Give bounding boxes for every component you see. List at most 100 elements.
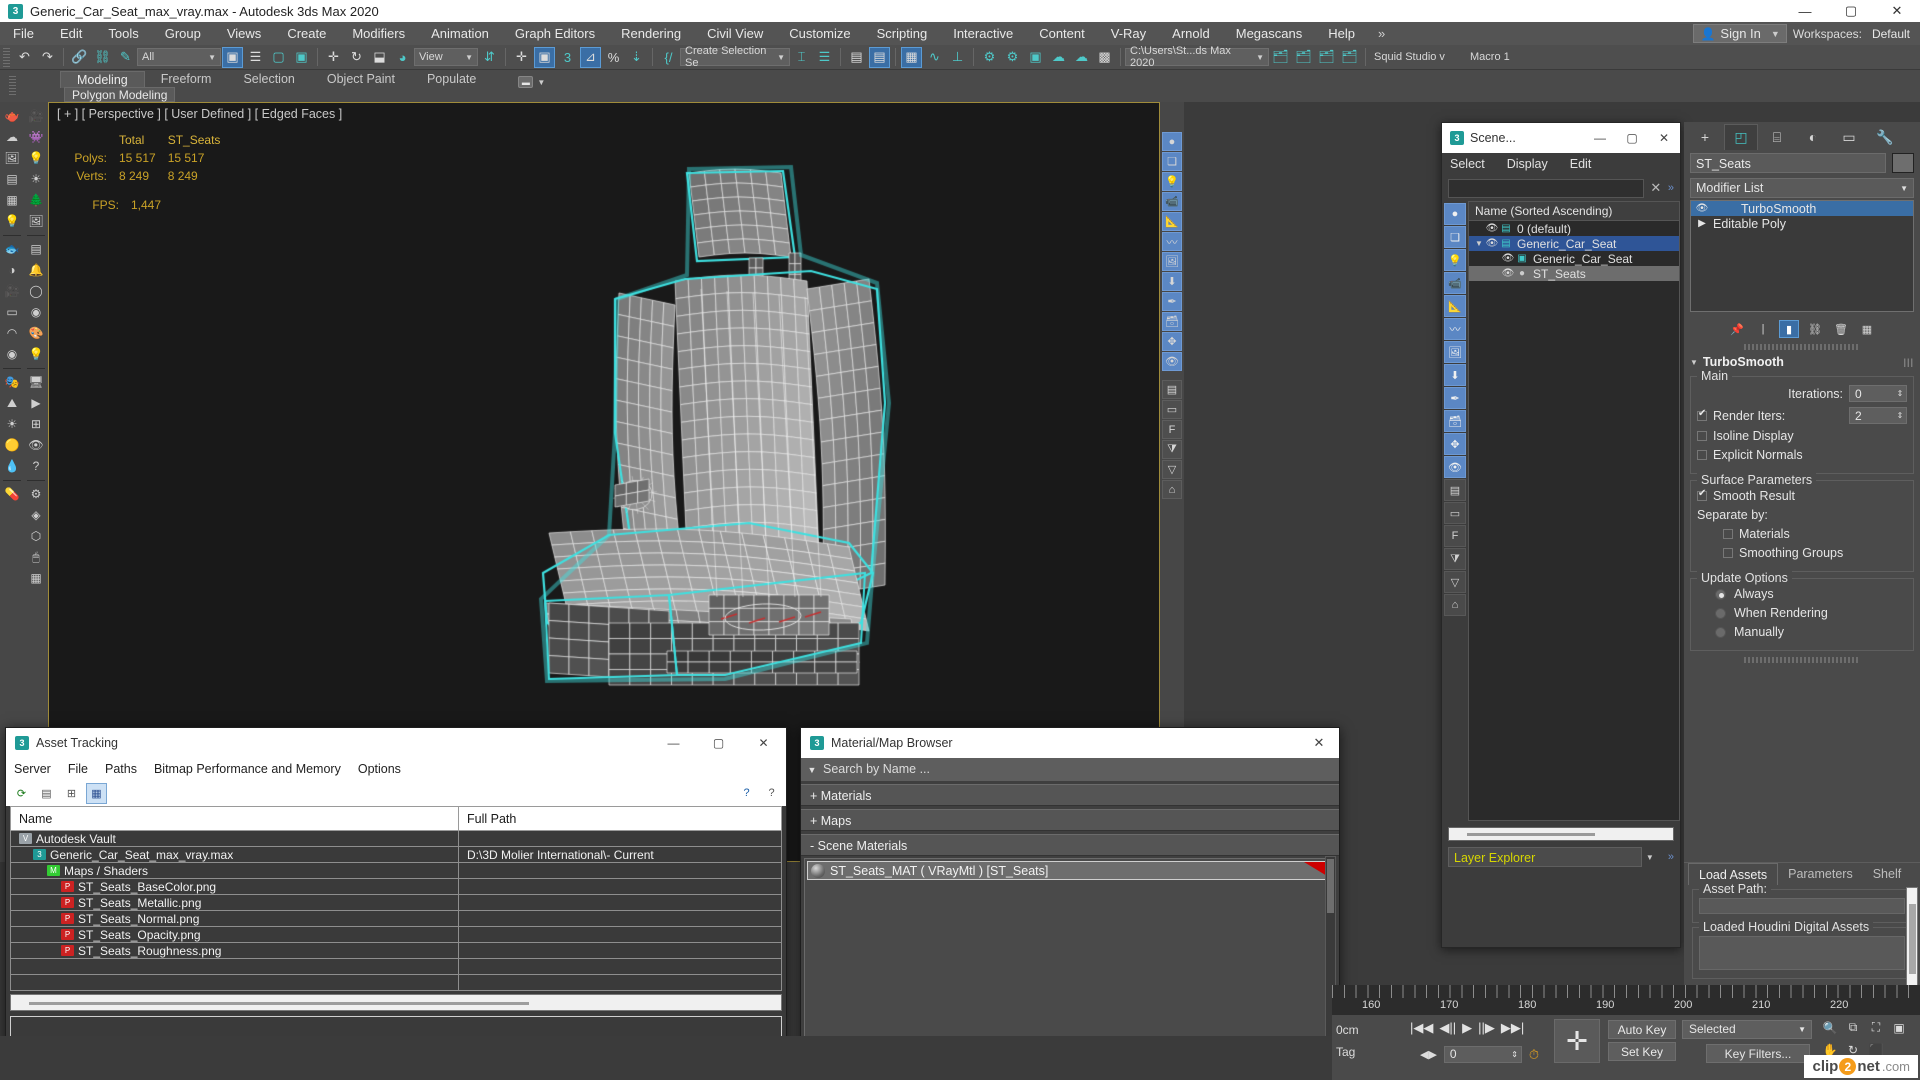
scene-explorer-column-header[interactable]: Name (Sorted Ascending) bbox=[1469, 202, 1679, 221]
left-tool-icon-a-5[interactable]: 💡 bbox=[2, 211, 22, 231]
viewport-filter-icon-10[interactable]: ✥ bbox=[1162, 332, 1182, 351]
asset-row[interactable]: P ST_Seats_Normal.png bbox=[10, 911, 782, 927]
viewport-filter-icon-5[interactable]: 〰 bbox=[1162, 232, 1182, 251]
select-and-scale-icon[interactable]: ⬓ bbox=[369, 47, 390, 68]
visibility-eye-icon[interactable]: 👁 bbox=[1501, 268, 1515, 279]
clear-search-icon[interactable]: ✕ bbox=[1644, 180, 1668, 196]
key-filters-button[interactable]: Key Filters... bbox=[1706, 1044, 1810, 1063]
reference-coordinate-dropdown[interactable]: View ▼ bbox=[414, 48, 478, 66]
zoom-region-icon[interactable]: ▣ bbox=[1889, 1018, 1909, 1037]
list-view-icon[interactable]: ▤ bbox=[36, 782, 57, 804]
pin-stack-icon[interactable]: 📌 bbox=[1727, 320, 1747, 338]
show-end-result-icon[interactable]: ▮ bbox=[1779, 320, 1799, 338]
left-tool-icon-a-17[interactable]: 💊 bbox=[2, 484, 22, 504]
scene-row-generic-car-seat[interactable]: 👁 ▣ Generic_Car_Seat bbox=[1469, 251, 1679, 266]
tab-hierarchy[interactable]: ⌸ bbox=[1760, 124, 1794, 150]
render-iterative-icon[interactable]: ☁ bbox=[1071, 47, 1092, 68]
viewport-filter-icon-3[interactable]: 📹 bbox=[1162, 192, 1182, 211]
viewport-filter-icon-2[interactable]: 💡 bbox=[1162, 172, 1182, 191]
menu-civil-view[interactable]: Civil View bbox=[694, 22, 776, 45]
asset-menu-paths[interactable]: Paths bbox=[105, 762, 137, 776]
asset-row[interactable] bbox=[10, 975, 782, 991]
tab-utilities[interactable]: 🔧 bbox=[1868, 124, 1902, 150]
configure-modifier-sets-icon[interactable]: ▦ bbox=[1857, 320, 1877, 338]
left-tool-icon-a-12[interactable]: 🎭 bbox=[2, 372, 22, 392]
menu-interactive[interactable]: Interactive bbox=[940, 22, 1026, 45]
chevron-down-icon[interactable]: ▼ bbox=[801, 765, 823, 775]
menu-group[interactable]: Group bbox=[152, 22, 214, 45]
menu-rendering[interactable]: Rendering bbox=[608, 22, 694, 45]
mirror-icon[interactable]: {/ bbox=[658, 47, 679, 68]
column-header-full-path[interactable]: Full Path bbox=[459, 807, 781, 830]
snaps-toggle-icon[interactable]: ✛ bbox=[511, 47, 532, 68]
left-tool-icon-b-11[interactable]: 💡 bbox=[26, 344, 46, 364]
menu-views[interactable]: Views bbox=[214, 22, 274, 45]
asset-row[interactable]: P ST_Seats_Opacity.png bbox=[10, 927, 782, 943]
scene-explorer-overflow-icon[interactable]: » bbox=[1668, 182, 1674, 194]
radio-button[interactable] bbox=[1715, 588, 1726, 600]
radio-button[interactable] bbox=[1715, 626, 1726, 638]
help-icon[interactable]: ? bbox=[736, 782, 757, 804]
left-tool-icon-b-14[interactable]: ⊞ bbox=[26, 414, 46, 434]
ribbon-tab-freeform[interactable]: Freeform bbox=[145, 71, 228, 88]
scene-explorer-close-button[interactable]: ✕ bbox=[1648, 123, 1680, 153]
smoothing-groups-checkbox[interactable] bbox=[1723, 548, 1733, 558]
ribbon-tab-object-paint[interactable]: Object Paint bbox=[311, 71, 411, 88]
visibility-eye-icon[interactable]: 👁 bbox=[1485, 223, 1499, 234]
left-tool-icon-b-15[interactable]: 👁 bbox=[26, 435, 46, 455]
add-time-tag-button[interactable]: ✛ bbox=[1554, 1019, 1600, 1063]
smoothing-groups-row[interactable]: Smoothing Groups bbox=[1697, 546, 1907, 560]
redo-icon[interactable]: ↷ bbox=[37, 47, 58, 68]
left-tool-icon-a-7[interactable]: ◑ bbox=[2, 260, 22, 280]
menu-modifiers[interactable]: Modifiers bbox=[339, 22, 418, 45]
key-step-arrows-icon[interactable]: ◀▶ bbox=[1420, 1048, 1437, 1061]
rendered-frame-window-icon[interactable]: ▣ bbox=[1025, 47, 1046, 68]
material-item[interactable]: ST_Seats_MAT ( VRayMtl ) [ST_Seats] bbox=[807, 861, 1333, 880]
scene-filter-icon-4[interactable]: 📐 bbox=[1444, 295, 1466, 317]
isoline-display-checkbox[interactable] bbox=[1697, 431, 1707, 441]
menu-scripting[interactable]: Scripting bbox=[864, 22, 941, 45]
houdini-tab-parameters[interactable]: Parameters bbox=[1778, 863, 1863, 885]
scene-filter-icon-8[interactable]: ✒ bbox=[1444, 387, 1466, 409]
percent-snap-icon[interactable]: 3 bbox=[557, 47, 578, 68]
scene-row-0-default-[interactable]: 👁 ▤ 0 (default) bbox=[1469, 221, 1679, 236]
left-tool-icon-a-16[interactable]: 💧 bbox=[2, 456, 22, 476]
asset-menu-bitmap-performance-and-memory[interactable]: Bitmap Performance and Memory bbox=[154, 762, 341, 776]
ribbon-tab-populate[interactable]: Populate bbox=[411, 71, 492, 88]
left-tool-icon-b-16[interactable]: ? bbox=[26, 456, 46, 476]
panel-scroll-grip[interactable] bbox=[1744, 657, 1860, 663]
viewport-tool-icon-2[interactable]: F bbox=[1162, 420, 1182, 439]
materials-row[interactable]: Materials bbox=[1697, 527, 1907, 541]
scene-tool-icon-0[interactable]: ▤ bbox=[1444, 479, 1466, 501]
asset-row[interactable] bbox=[10, 959, 782, 975]
layer-explorer-icon[interactable]: ▤ bbox=[846, 47, 867, 68]
modifier-editable-poly[interactable]: ▶ Editable Poly bbox=[1691, 216, 1913, 231]
percent-icon[interactable]: % bbox=[603, 47, 624, 68]
scene-explorer-search-input[interactable] bbox=[1448, 178, 1644, 198]
modifier-eye-icon[interactable]: 👁 bbox=[1691, 203, 1713, 214]
left-tool-icon-b-18[interactable]: ◈ bbox=[26, 505, 46, 525]
quick-align-icon[interactable]: ☰ bbox=[814, 47, 835, 68]
asset-tracking-minimize-button[interactable]: — bbox=[651, 728, 696, 758]
viewport-filter-icon-1[interactable]: ❏ bbox=[1162, 152, 1182, 171]
named-selection-set-dropdown[interactable]: Create Selection Se ▼ bbox=[680, 45, 790, 69]
menu-tools[interactable]: Tools bbox=[95, 22, 151, 45]
maximize-button[interactable]: ▢ bbox=[1828, 0, 1874, 22]
left-tool-icon-b-17[interactable]: ⚙ bbox=[26, 484, 46, 504]
ribbon-tab-modeling[interactable]: Modeling bbox=[60, 71, 145, 88]
left-tool-icon-a-0[interactable]: 🫖 bbox=[2, 106, 22, 126]
scene-tool-icon-1[interactable]: ▭ bbox=[1444, 502, 1466, 524]
menu-content[interactable]: Content bbox=[1026, 22, 1098, 45]
scene-row-generic-car-seat[interactable]: ▼ 👁 ▤ Generic_Car_Seat bbox=[1469, 236, 1679, 251]
refresh-icon[interactable]: ⟳ bbox=[11, 782, 32, 804]
viewport-tool-icon-0[interactable]: ▤ bbox=[1162, 380, 1182, 399]
scene-filter-icon-0[interactable]: ● bbox=[1444, 203, 1466, 225]
asset-grid-hscrollbar[interactable] bbox=[10, 994, 782, 1011]
scene-filter-icon-11[interactable]: 👁 bbox=[1444, 456, 1466, 478]
scene-explorer-list[interactable]: Name (Sorted Ascending) 👁 ▤ 0 (default) ▼ 👁 ▤… bbox=[1468, 201, 1680, 821]
visibility-eye-icon[interactable]: 👁 bbox=[1485, 238, 1499, 249]
export-icon[interactable]: 🗂 bbox=[1339, 47, 1360, 68]
window-crossing-icon[interactable]: ▣ bbox=[291, 47, 312, 68]
material-section--maps[interactable]: + Maps bbox=[801, 809, 1339, 831]
modifier-turbosmooth[interactable]: 👁 TurboSmooth bbox=[1691, 201, 1913, 216]
